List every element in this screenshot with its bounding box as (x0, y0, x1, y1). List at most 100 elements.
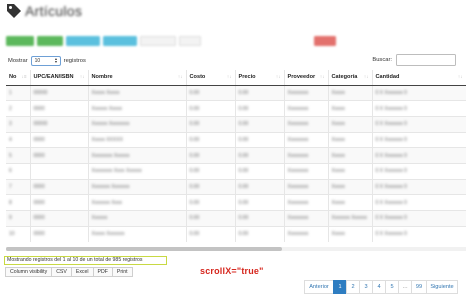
pagination-ellipsis: … (398, 280, 412, 294)
cell-value: 3 (9, 121, 12, 128)
toolbar-button-2[interactable] (37, 36, 63, 46)
search-label: Buscar: (372, 57, 392, 63)
table-cell: 0000 (30, 178, 89, 195)
table-cell: 0.00 (235, 225, 285, 242)
cell-value: 0000 (33, 152, 45, 159)
column-header-categoria[interactable]: Categoría ↑↓ (328, 70, 373, 86)
cell-value: 0 X Xxxxxxx 0 (375, 168, 407, 175)
table-cell: 0 X Xxxxxxx 0 (372, 162, 466, 180)
page-header: Artículos (6, 2, 82, 20)
column-header-proveedor[interactable]: Proveedor ↑↓ (284, 70, 329, 86)
column-header-precio[interactable]: Precio ↑↓ (235, 70, 285, 86)
cell-value: Xxxxxxxx (287, 121, 309, 128)
cell-value: Xxxxxxxx (287, 152, 309, 159)
excel-button[interactable]: Excel (70, 267, 94, 277)
table-cell: 0.00 (186, 162, 236, 180)
cell-value: Xxxxxxxx (287, 105, 309, 112)
toolbar-button-5[interactable] (140, 36, 176, 46)
pagination-previous[interactable]: Anterior (304, 280, 334, 294)
cell-value: 00000 (33, 121, 48, 128)
cell-value: 00000 (33, 89, 48, 96)
table-cell: 0.00 (235, 131, 285, 148)
table-cell: Xxxxx (328, 225, 373, 242)
cell-value: Xxxxxx Xxxxxxxx (91, 121, 130, 128)
csv-button[interactable]: CSV (51, 267, 72, 277)
table-cell: 0000 (30, 225, 89, 242)
cell-value: 10 (9, 231, 15, 238)
table-cell: Xxxxxxxx Xxxx Xxxxxx (88, 162, 187, 180)
table-row[interactable]: 3 00000 Xxxxxx Xxxxxxxx 0.00 0.00 Xxxxxxxx Xxx… (6, 115, 466, 133)
table-cell: 0.00 (186, 178, 236, 195)
horizontal-scrollbar[interactable] (6, 247, 466, 251)
table-cell: 0000 (30, 131, 89, 148)
table-cell: 00000 (30, 115, 89, 133)
table-row[interactable]: 1 00000 Xxxxx Xxxxx 0.00 0.00 Xxxxxxxx Xxxxx 0 … (6, 84, 466, 101)
pdf-button[interactable]: PDF (92, 267, 113, 277)
cell-value: 5 (9, 152, 12, 159)
cell-value: 0.00 (189, 231, 200, 238)
toolbar-button-3[interactable] (66, 36, 100, 46)
column-header-costo[interactable]: Costo ↑↓ (186, 70, 236, 86)
column-header-upc[interactable]: UPC/EAN/ISBN ↑↓ (30, 70, 89, 86)
column-header-no[interactable]: No ↓≡ (6, 70, 31, 86)
table-row[interactable]: 8 0000 Xxxxxxx Xxxx 0.00 0.00 Xxxxxxxx Xxxxx 0 … (6, 194, 466, 211)
pagination-page-2[interactable]: 2 (346, 280, 360, 294)
select-arrows-icon: ▲ ▼ (54, 56, 58, 64)
pagination-next[interactable]: Siguiente (426, 280, 458, 294)
toolbar-button-6[interactable] (179, 36, 201, 46)
table-cell: Xxxxxx Xxxxxxxx (88, 115, 187, 133)
table-cell: 0.00 (235, 210, 285, 227)
table-cell: 10 (6, 225, 31, 242)
table-cell: 0 X Xxxxxxx 0 (372, 115, 466, 133)
pagination-page-1[interactable]: 1 (333, 280, 347, 294)
cell-value: 6 (9, 168, 12, 175)
sort-icon: ↑↓ (319, 74, 325, 79)
cell-value: 0.00 (238, 231, 249, 238)
pagination-page-5[interactable]: 5 (385, 280, 399, 294)
toolbar-button-4[interactable] (103, 36, 137, 46)
data-table: No ↓≡ UPC/EAN/ISBN ↑↓ Nombre ↑↓ Costo ↑↓ Pre… (6, 70, 466, 242)
cell-value: Xxxxxxxx (287, 183, 309, 190)
cell-value: Xxxxx XXXXX (91, 136, 123, 143)
pagination-page-4[interactable]: 4 (372, 280, 386, 294)
cell-value: Xxxxxx Xxxxx (91, 105, 123, 112)
cell-value: 0.00 (238, 199, 249, 206)
toolbar-button-delete[interactable] (314, 36, 336, 46)
cell-value: Xxxxxxxx (287, 136, 309, 143)
table-row[interactable]: 7 0000 Xxxxxxx Xxxxxxx 0.00 0.00 Xxxxxxxx Xxxx… (6, 178, 466, 195)
page-length-select[interactable]: 10 ▲ ▼ (30, 55, 61, 66)
table-cell: 6 (6, 162, 31, 180)
data-table-scroll-body[interactable]: No ↓≡ UPC/EAN/ISBN ↑↓ Nombre ↑↓ Costo ↑↓ Pre… (6, 70, 466, 246)
table-cell: Xxxxxxx Xxxxxxx (88, 178, 187, 195)
cell-value: 0.00 (189, 215, 200, 222)
column-header-nombre[interactable]: Nombre ↑↓ (88, 70, 187, 86)
horizontal-scrollbar-thumb[interactable] (6, 247, 282, 251)
table-row[interactable]: 4 0000 Xxxxx XXXXX 0.00 0.00 Xxxxxxxx Xxxxx 0 X… (6, 131, 466, 148)
print-button[interactable]: Print (111, 267, 133, 277)
cell-value: Xxxxxxxx (287, 89, 309, 96)
cell-value: Xxxxx (331, 183, 345, 190)
cell-value: Xxxxx (331, 136, 345, 143)
search-input[interactable] (396, 54, 456, 66)
cell-value: 0 X Xxxxxxx 0 (375, 231, 407, 238)
table-cell: Xxxxxxxx (284, 147, 329, 164)
cell-value: Xxxxx Xxxxxxx (91, 231, 125, 238)
table-row[interactable]: 6 Xxxxxxxx Xxxx Xxxxxx 0.00 0.00 Xxxxxxxx Xxx… (6, 162, 466, 180)
table-row[interactable]: 5 0000 Xxxxxxxx Xxxxxx 0.00 0.00 Xxxxxxxx Xxxx… (6, 147, 466, 164)
pagination-page-99[interactable]: 99 (411, 280, 427, 294)
column-header-cantidad[interactable]: Cantidad ↑↓ (372, 70, 466, 86)
table-cell: 8 (6, 194, 31, 211)
toolbar-button-1[interactable] (6, 36, 34, 46)
cell-value: Xxxxxxx Xxxxxxx (91, 183, 130, 190)
table-row[interactable]: 2 0000 Xxxxxx Xxxxx 0.00 0.00 Xxxxxxxx Xxxxx 0 … (6, 100, 466, 117)
column-visibility-button[interactable]: Column visibility (5, 267, 53, 277)
cell-value: Xxxxx (331, 231, 345, 238)
table-row[interactable]: 10 0000 Xxxxx Xxxxxxx 0.00 0.00 Xxxxxxxx Xxxxx… (6, 225, 466, 242)
table-row[interactable]: 9 0000 Xxxxxx 0.00 0.00 Xxxxxxxx Xxxxxxx Xxxxx… (6, 210, 466, 227)
pagination-page-3[interactable]: 3 (359, 280, 373, 294)
cell-value: 0 X Xxxxxxx 0 (375, 199, 407, 206)
table-cell: 0000 (30, 210, 89, 227)
cell-value: 0 X Xxxxxxx 0 (375, 215, 407, 222)
table-cell: Xxxxx Xxxxxxx (88, 225, 187, 242)
table-cell: 0.00 (186, 194, 236, 211)
